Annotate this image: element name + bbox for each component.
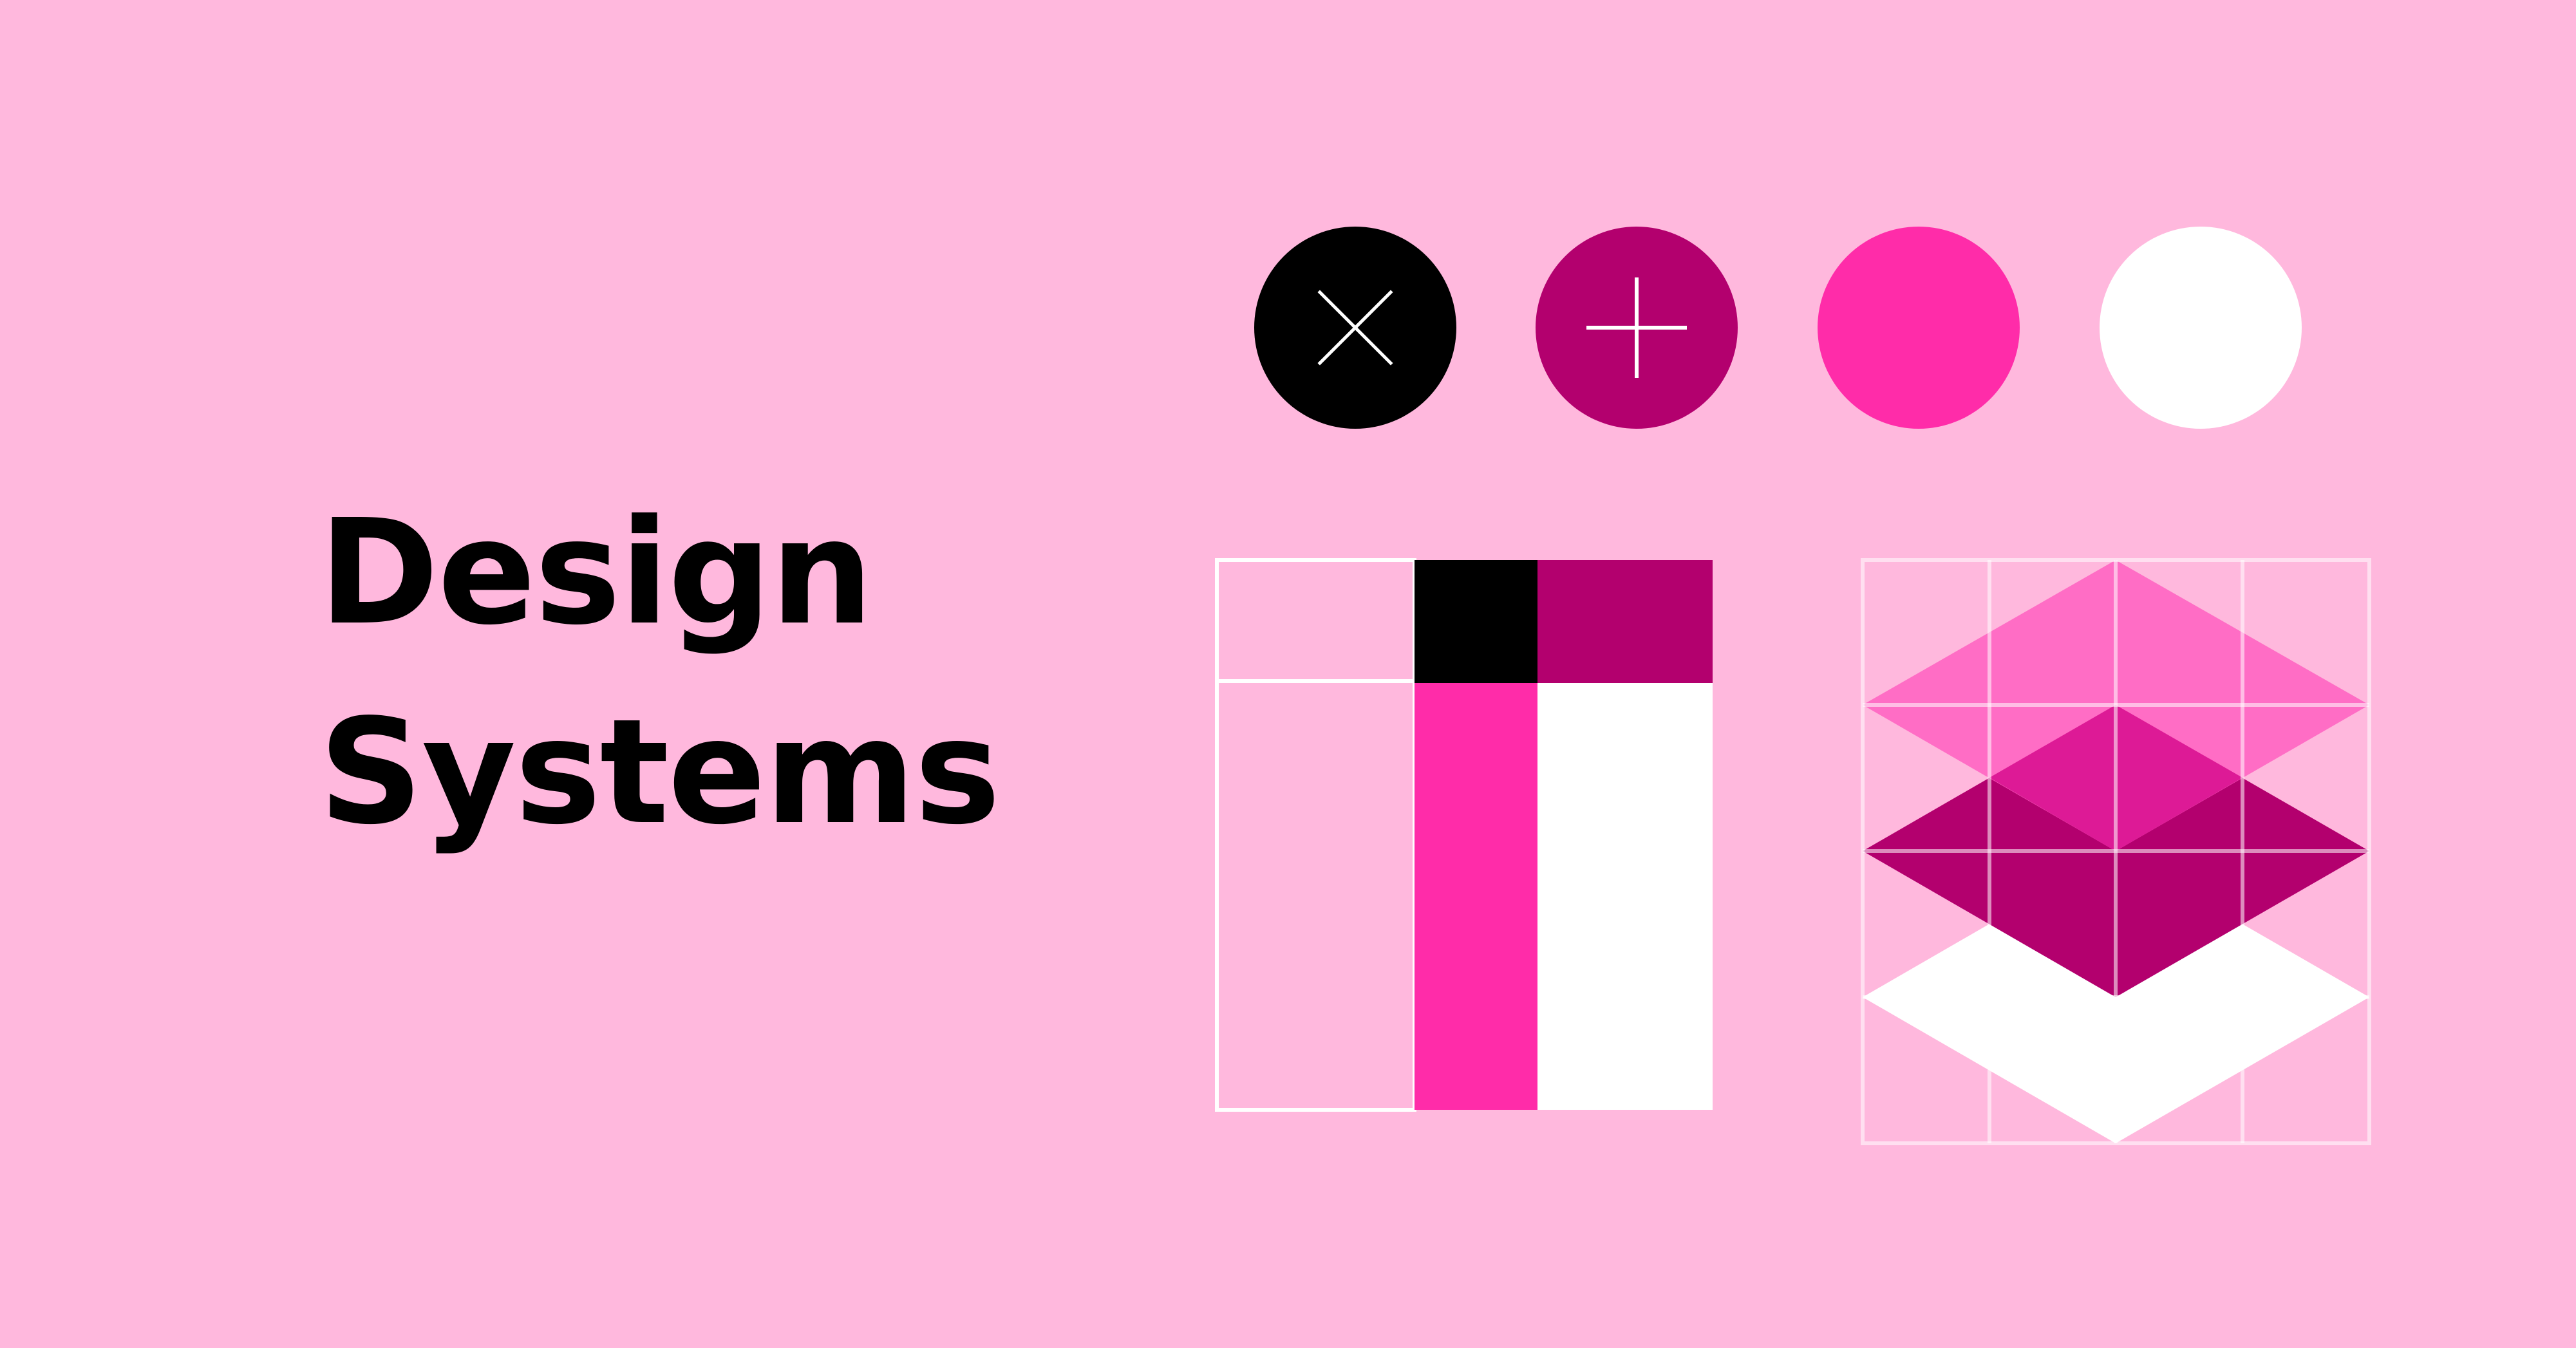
layout-grid-block <box>1215 558 1713 1112</box>
swatch-white-circle <box>2100 227 2302 429</box>
layout-outline-column <box>1215 558 1416 1112</box>
color-swatches <box>1254 227 2302 429</box>
layout-white-block <box>1537 683 1713 1110</box>
layout-black-cell <box>1415 560 1537 683</box>
layout-pink-column <box>1415 683 1537 1110</box>
banner: Design Systems <box>0 0 2576 1348</box>
swatch-hot-pink <box>1818 227 2020 429</box>
swatch-magenta <box>1536 227 1738 429</box>
swatch-hot-pink-circle <box>1818 227 2020 429</box>
swatch-white <box>2100 227 2302 429</box>
illustration <box>1215 227 2371 1145</box>
layout-magenta-cell <box>1537 560 1713 683</box>
overlay-grid <box>1861 558 2371 1145</box>
swatch-black <box>1254 227 1456 429</box>
